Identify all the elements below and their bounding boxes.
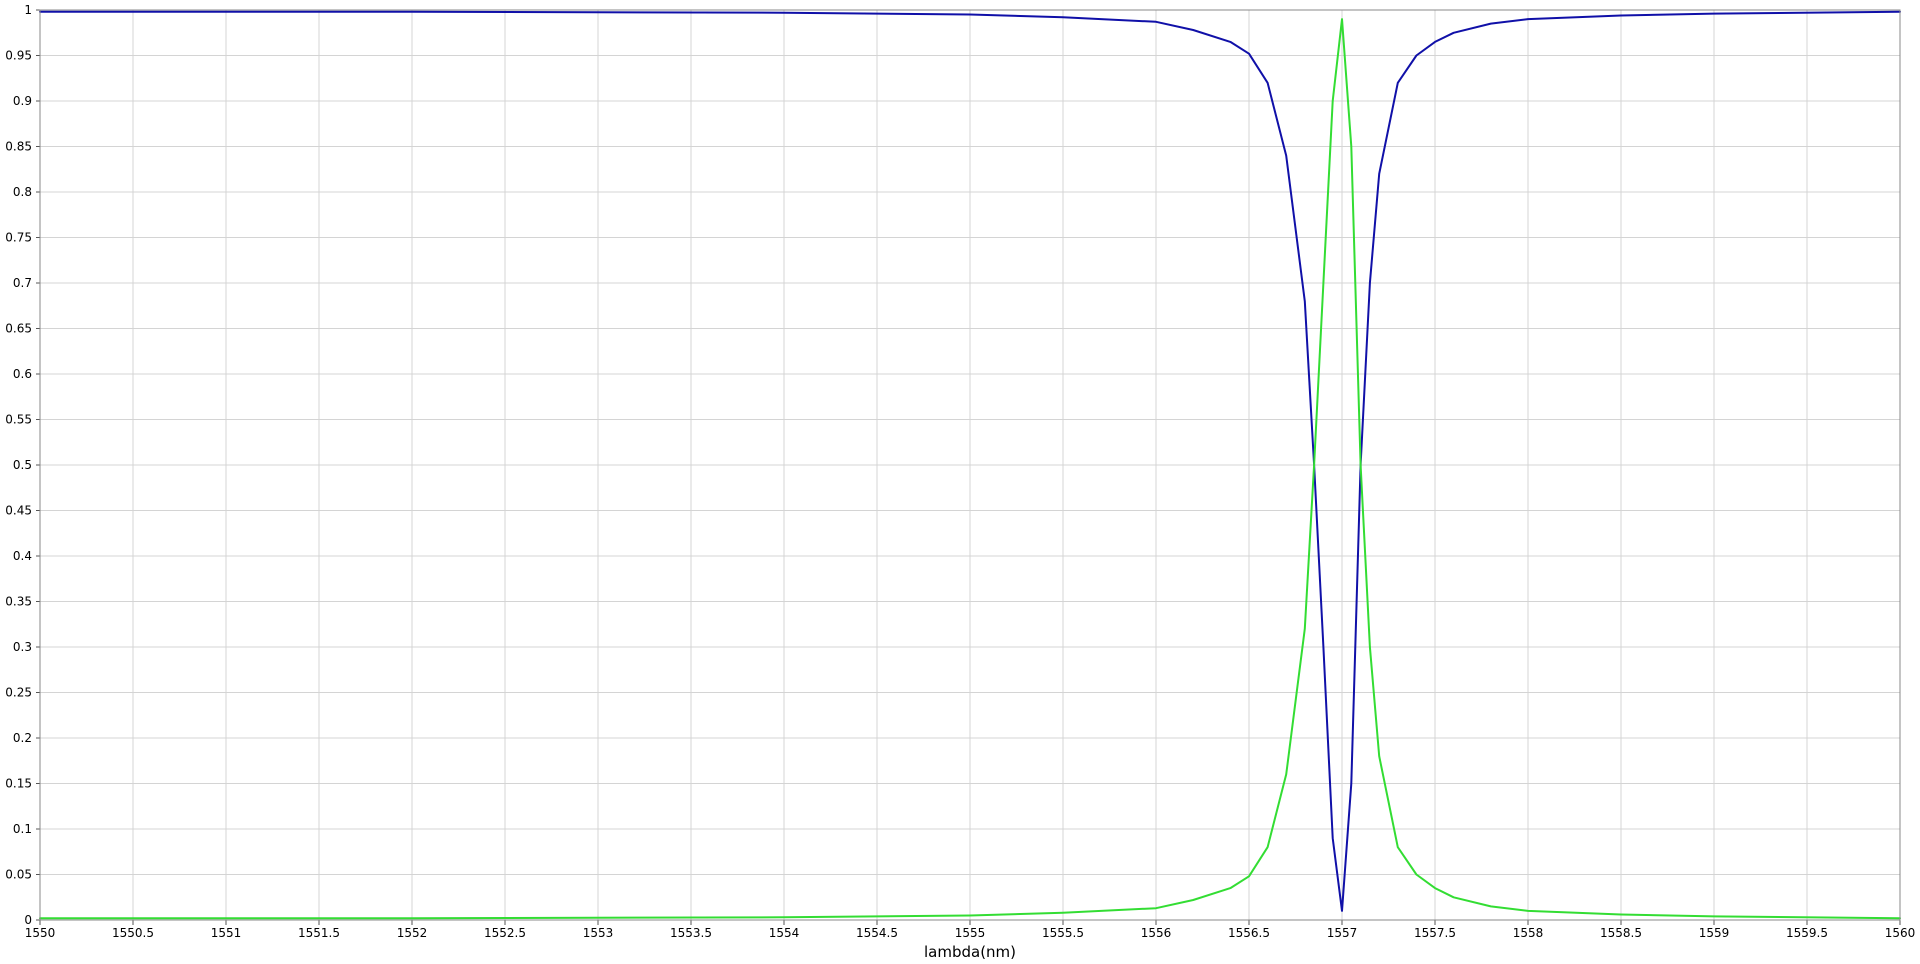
y-tick-label: 0.1 — [13, 822, 32, 836]
x-tick-label: 1555.5 — [1042, 926, 1084, 940]
y-tick-labels: 0 0.05 0.1 0.15 0.2 0.25 0.3 0.35 0.4 0.45 0.5 0.55… — [5, 3, 32, 927]
y-tick-label: 0.6 — [13, 367, 32, 381]
x-tick-label: 1553.5 — [670, 926, 712, 940]
y-tick-label: 0 — [24, 913, 32, 927]
x-tick-label: 1560 — [1885, 926, 1916, 940]
y-tick-label: 0.9 — [13, 94, 32, 108]
x-tick-labels: 1550 1550.5 1551 1551.5 1552 1552.5 1553 1553.5… — [25, 926, 1916, 940]
spectrum-chart: 1550 1550.5 1551 1551.5 1552 1552.5 1553 1553.5… — [5, 3, 1916, 961]
x-tick-label: 1553 — [583, 926, 614, 940]
x-tick-label: 1550.5 — [112, 926, 154, 940]
x-tick-label: 1550 — [25, 926, 56, 940]
y-tick-label: 0.85 — [5, 140, 32, 154]
y-tick-label: 0.7 — [13, 276, 32, 290]
x-tick-label: 1552 — [397, 926, 428, 940]
x-tick-label: 1557 — [1327, 926, 1358, 940]
y-tick-label: 0.95 — [5, 49, 32, 63]
x-tick-label: 1557.5 — [1414, 926, 1456, 940]
y-tick-label: 0.8 — [13, 185, 32, 199]
y-tick-label: 0.5 — [13, 458, 32, 472]
x-tick-label: 1559.5 — [1786, 926, 1828, 940]
y-tick-label: 1 — [24, 3, 32, 17]
x-tick-label: 1556 — [1141, 926, 1172, 940]
x-axis-label: lambda(nm) — [924, 943, 1016, 961]
y-tick-label: 0.75 — [5, 231, 32, 245]
y-tick-label: 0.35 — [5, 595, 32, 609]
y-tick-label: 0.15 — [5, 777, 32, 791]
x-tick-label: 1558.5 — [1600, 926, 1642, 940]
x-tick-label: 1552.5 — [484, 926, 526, 940]
y-tick-label: 0.05 — [5, 868, 32, 882]
y-tick-label: 0.4 — [13, 549, 32, 563]
x-tick-label: 1556.5 — [1228, 926, 1270, 940]
x-tick-label: 1554 — [769, 926, 800, 940]
y-tick-label: 0.25 — [5, 686, 32, 700]
grid-lines — [36, 9, 1901, 925]
x-tick-label: 1559 — [1699, 926, 1730, 940]
y-tick-label: 0.55 — [5, 413, 32, 427]
y-tick-label: 0.3 — [13, 640, 32, 654]
y-tick-label: 0.2 — [13, 731, 32, 745]
x-tick-label: 1551 — [211, 926, 242, 940]
x-tick-label: 1551.5 — [298, 926, 340, 940]
x-tick-label: 1555 — [955, 926, 986, 940]
y-tick-label: 0.45 — [5, 504, 32, 518]
x-tick-label: 1558 — [1513, 926, 1544, 940]
y-tick-label: 0.65 — [5, 322, 32, 336]
x-tick-label: 1554.5 — [856, 926, 898, 940]
